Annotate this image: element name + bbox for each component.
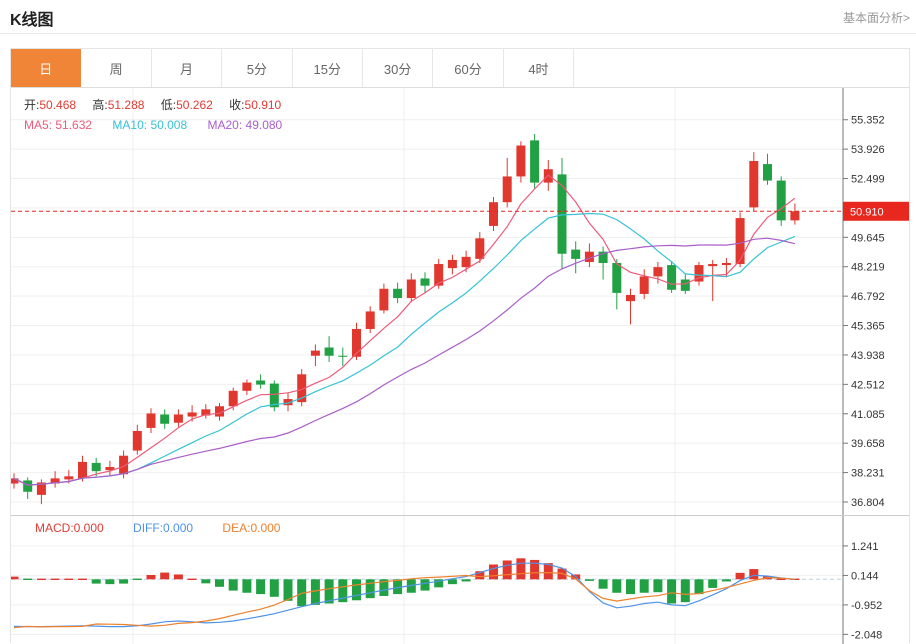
page-title: K线图 xyxy=(10,12,54,29)
tab-4时[interactable]: 4时 xyxy=(503,49,575,87)
svg-text:46.792: 46.792 xyxy=(851,291,885,303)
macd-pane: 1.241 0.144 -0.952 -2.048 MACD:0.000 DIFF:0… xyxy=(11,515,909,644)
svg-text:50.910: 50.910 xyxy=(850,206,884,218)
tab-60分[interactable]: 60分 xyxy=(433,49,504,87)
close-readout: 收:50.910 xyxy=(229,98,282,112)
dea-value-readout: DEA:0.000 xyxy=(222,521,281,535)
open-readout: 开:50.468 xyxy=(24,98,77,112)
kline-page: K线图 基本面分析> 日周月 5分 15分 30分 60分 4时 55.352 53.926… xyxy=(0,0,916,644)
tab-5分[interactable]: 5分 xyxy=(222,49,293,87)
price-axis-labels: 55.35253.92652.49951.07349.64548.21946.7… xyxy=(843,115,885,509)
tab-月[interactable]: 月 xyxy=(151,49,223,87)
svg-text:55.352: 55.352 xyxy=(851,115,885,127)
tab-周[interactable]: 周 xyxy=(81,49,152,87)
candles-layer xyxy=(11,133,800,505)
svg-text:1.241: 1.241 xyxy=(851,541,879,553)
low-readout: 低:50.262 xyxy=(160,98,213,112)
price-grid xyxy=(11,88,843,515)
macd-histogram-layer xyxy=(11,558,800,607)
svg-text:43.938: 43.938 xyxy=(851,350,885,362)
interval-tabs: 日周月 5分 15分 30分 60分 4时 xyxy=(11,49,909,88)
kline-widget: 日周月5分15分30分60分4时 55.35253.92652.49951.07… xyxy=(10,48,910,644)
tab-30分[interactable]: 30分 xyxy=(362,49,434,87)
svg-text:-0.952: -0.952 xyxy=(851,600,882,612)
macd-readout: MACD:0.000 DIFF:0.000 DEA:0.000 xyxy=(35,521,306,535)
tab-日[interactable]: 日 xyxy=(11,49,82,87)
svg-text:0.144: 0.144 xyxy=(851,570,879,582)
ma-readout: MA5: 51.632 MA10: 50.008 MA20: 49.080 xyxy=(24,118,299,132)
high-readout: 高:51.288 xyxy=(92,98,145,112)
fundamental-analysis-link[interactable]: 基本面分析> xyxy=(843,9,910,26)
ma5-readout: MA5: 51.632 xyxy=(24,118,93,132)
svg-text:52.499: 52.499 xyxy=(851,174,885,186)
macd-chart[interactable]: 1.241 0.144 -0.952 -2.048 xyxy=(11,516,909,644)
candlestick-chart[interactable]: 55.35253.92652.49951.07349.64548.21946.7… xyxy=(11,88,909,515)
svg-text:38.231: 38.231 xyxy=(851,468,885,480)
svg-text:48.219: 48.219 xyxy=(851,262,885,274)
ma10-readout: MA10: 50.008 xyxy=(112,118,188,132)
svg-text:39.658: 39.658 xyxy=(851,438,885,450)
macd-value-readout: MACD:0.000 xyxy=(35,521,104,535)
svg-text:36.804: 36.804 xyxy=(851,497,885,509)
ohlc-readout: 开:50.468 高:51.288 低:50.262 收:50.910 xyxy=(24,96,294,113)
svg-text:45.365: 45.365 xyxy=(851,321,885,333)
svg-text:-2.048: -2.048 xyxy=(851,629,882,641)
svg-text:42.512: 42.512 xyxy=(851,379,885,391)
ma20-readout: MA20: 49.080 xyxy=(207,118,283,132)
macd-axis-labels: 1.241 0.144 -0.952 -2.048 xyxy=(843,541,882,641)
svg-text:53.926: 53.926 xyxy=(851,144,885,156)
svg-text:49.645: 49.645 xyxy=(851,232,885,244)
diff-value-readout: DIFF:0.000 xyxy=(133,521,194,535)
last-price-tag: 50.910 xyxy=(843,201,909,221)
title-divider xyxy=(0,33,916,34)
tab-15分[interactable]: 15分 xyxy=(292,49,363,87)
price-chart-pane: 55.35253.92652.49951.07349.64548.21946.7… xyxy=(11,88,909,515)
svg-text:41.085: 41.085 xyxy=(851,409,885,421)
